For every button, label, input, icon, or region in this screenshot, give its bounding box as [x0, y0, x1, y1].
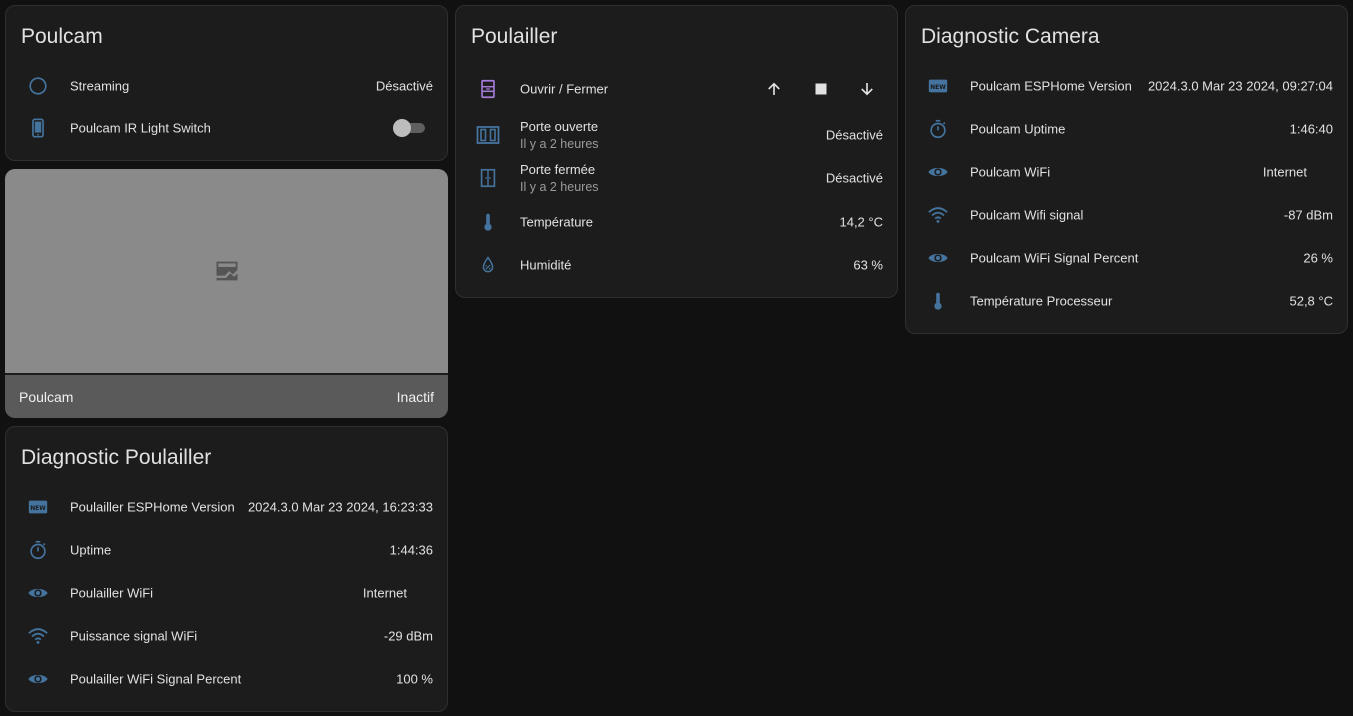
- entity-label: Poulcam WiFi: [970, 164, 1051, 180]
- eye-icon: [926, 160, 950, 184]
- circle-outline-icon: [26, 74, 50, 98]
- thermometer-icon: [926, 289, 950, 313]
- entity-row-wifi[interactable]: Poulcam WiFi Internet: [906, 152, 1347, 192]
- door-open-icon: [476, 123, 500, 147]
- eye-icon: [26, 667, 50, 691]
- entity-secondary-info: Il y a 2 heures: [520, 180, 599, 194]
- card-title: Poulcam: [21, 25, 103, 48]
- entity-row-wifi[interactable]: Poulailler WiFi Internet: [6, 573, 447, 613]
- entity-row-uptime[interactable]: Poulcam Uptime 1:46:40: [906, 109, 1347, 149]
- diagnostic-poulailler-card: Diagnostic Poulailler Poulailler ESPHome…: [5, 426, 448, 712]
- card-title: Poulailler: [471, 25, 558, 48]
- entity-state: 26 %: [1303, 250, 1333, 266]
- new-box-icon: [26, 495, 50, 519]
- entity-row-processor-temperature[interactable]: Température Processeur 52,8 °C: [906, 281, 1347, 321]
- wifi-icon: [926, 203, 950, 227]
- cover-open-button[interactable]: [760, 75, 788, 103]
- entity-state: 14,2 °C: [839, 214, 883, 230]
- cellphone-icon: [26, 116, 50, 140]
- entity-label: Poulailler WiFi: [70, 585, 154, 601]
- entity-label: Streaming: [70, 78, 130, 94]
- timer-icon: [926, 117, 950, 141]
- entity-name: Porte ouverte: [520, 119, 599, 134]
- door-closed-icon: [476, 166, 500, 190]
- entity-label: Porte ouverte Il y a 2 heures: [520, 119, 599, 151]
- entity-label: Poulailler ESPHome Version: [70, 499, 235, 515]
- entity-label: Poulcam Wifi signal: [970, 207, 1084, 223]
- entity-row-porte-fermee[interactable]: Porte fermée Il y a 2 heures Désactivé: [456, 158, 897, 198]
- card-title: Diagnostic Poulailler: [21, 446, 212, 469]
- entity-row-esphome-version[interactable]: Poulcam ESPHome Version 2024.3.0 Mar 23 …: [906, 66, 1347, 106]
- entity-label: Humidité: [520, 257, 572, 273]
- entity-row-uptime[interactable]: Uptime 1:44:36: [6, 530, 447, 570]
- arrow-up-icon: [765, 80, 783, 98]
- entity-label: Poulcam ESPHome Version: [970, 78, 1132, 94]
- cover-stop-button[interactable]: [807, 75, 835, 103]
- water-percent-icon: [476, 253, 500, 277]
- ir-light-toggle[interactable]: [393, 119, 429, 137]
- arrow-down-icon: [858, 80, 876, 98]
- entity-row-wifi-signal[interactable]: Puissance signal WiFi -29 dBm: [6, 616, 447, 656]
- entity-label: Uptime: [70, 542, 112, 558]
- entity-state: -87 dBm: [1283, 207, 1333, 223]
- eye-icon: [926, 246, 950, 270]
- entity-label: Puissance signal WiFi: [70, 628, 198, 644]
- entity-row-temperature[interactable]: Température 14,2 °C: [456, 202, 897, 242]
- image-broken-icon: [213, 257, 241, 285]
- entity-name: Porte fermée: [520, 162, 596, 177]
- entity-state: 100 %: [396, 671, 433, 687]
- thermometer-icon: [476, 210, 500, 234]
- entity-row-porte-ouverte[interactable]: Porte ouverte Il y a 2 heures Désactivé: [456, 115, 897, 155]
- entity-secondary-info: Il y a 2 heures: [520, 137, 599, 151]
- poulailler-card: Poulailler Ouvrir / Fermer Porte ouverte…: [455, 5, 898, 298]
- entity-row-wifi-signal-percent[interactable]: Poulailler WiFi Signal Percent 100 %: [6, 659, 447, 699]
- camera-image-area[interactable]: [5, 169, 448, 373]
- camera-footer: Poulcam Inactif: [5, 375, 448, 418]
- entity-state: 63 %: [853, 257, 883, 273]
- entity-label: Poulcam Uptime: [970, 121, 1066, 137]
- cover-close-button[interactable]: [853, 75, 881, 103]
- entity-label: Porte fermée Il y a 2 heures: [520, 162, 599, 194]
- entity-label: Température: [520, 214, 593, 230]
- entity-state: Désactivé: [375, 78, 433, 94]
- entity-state: -29 dBm: [383, 628, 433, 644]
- entity-label: Poulailler WiFi Signal Percent: [70, 671, 242, 687]
- camera-state: Inactif: [396, 388, 434, 405]
- entity-row-humidite[interactable]: Humidité 63 %: [456, 245, 897, 285]
- entity-state: 1:44:36: [389, 542, 433, 558]
- stop-icon: [814, 82, 828, 96]
- new-box-icon: [926, 74, 950, 98]
- entity-label: Poulcam WiFi Signal Percent: [970, 250, 1139, 266]
- timer-icon: [26, 538, 50, 562]
- eye-icon: [26, 581, 50, 605]
- entity-state: 52,8 °C: [1289, 293, 1333, 309]
- entity-row-streaming[interactable]: Streaming Désactivé: [6, 66, 447, 106]
- diagnostic-camera-card: Diagnostic Camera Poulcam ESPHome Versio…: [905, 5, 1348, 334]
- entity-label: Poulcam IR Light Switch: [70, 120, 211, 136]
- poulcam-card: Poulcam Streaming Désactivé Poulcam IR L…: [5, 5, 448, 161]
- entity-row-esphome-version[interactable]: Poulailler ESPHome Version 2024.3.0 Mar …: [6, 487, 447, 527]
- entity-label: Ouvrir / Fermer: [520, 81, 609, 97]
- entity-row-wifi-signal[interactable]: Poulcam Wifi signal -87 dBm: [906, 195, 1347, 235]
- entity-state: 2024.3.0 Mar 23 2024, 16:23:33: [247, 499, 433, 515]
- entity-row-ir-light-switch[interactable]: Poulcam IR Light Switch: [6, 108, 447, 148]
- camera-name: Poulcam: [19, 388, 74, 405]
- toggle-knob: [393, 119, 411, 137]
- entity-state: Internet: [1262, 164, 1307, 180]
- entity-state: Désactivé: [825, 127, 883, 143]
- card-title: Diagnostic Camera: [921, 25, 1100, 48]
- entity-state: Désactivé: [825, 170, 883, 186]
- entity-state: 2024.3.0 Mar 23 2024, 09:27:04: [1147, 78, 1333, 94]
- entity-row-wifi-signal-percent[interactable]: Poulcam WiFi Signal Percent 26 %: [906, 238, 1347, 278]
- entity-row-cover[interactable]: Ouvrir / Fermer: [456, 69, 897, 109]
- door-icon: [476, 77, 500, 101]
- entity-label: Température Processeur: [970, 293, 1113, 309]
- entity-state: 1:46:40: [1289, 121, 1333, 137]
- camera-card[interactable]: Poulcam Inactif: [5, 169, 448, 418]
- entity-state: Internet: [362, 585, 407, 601]
- wifi-icon: [26, 624, 50, 648]
